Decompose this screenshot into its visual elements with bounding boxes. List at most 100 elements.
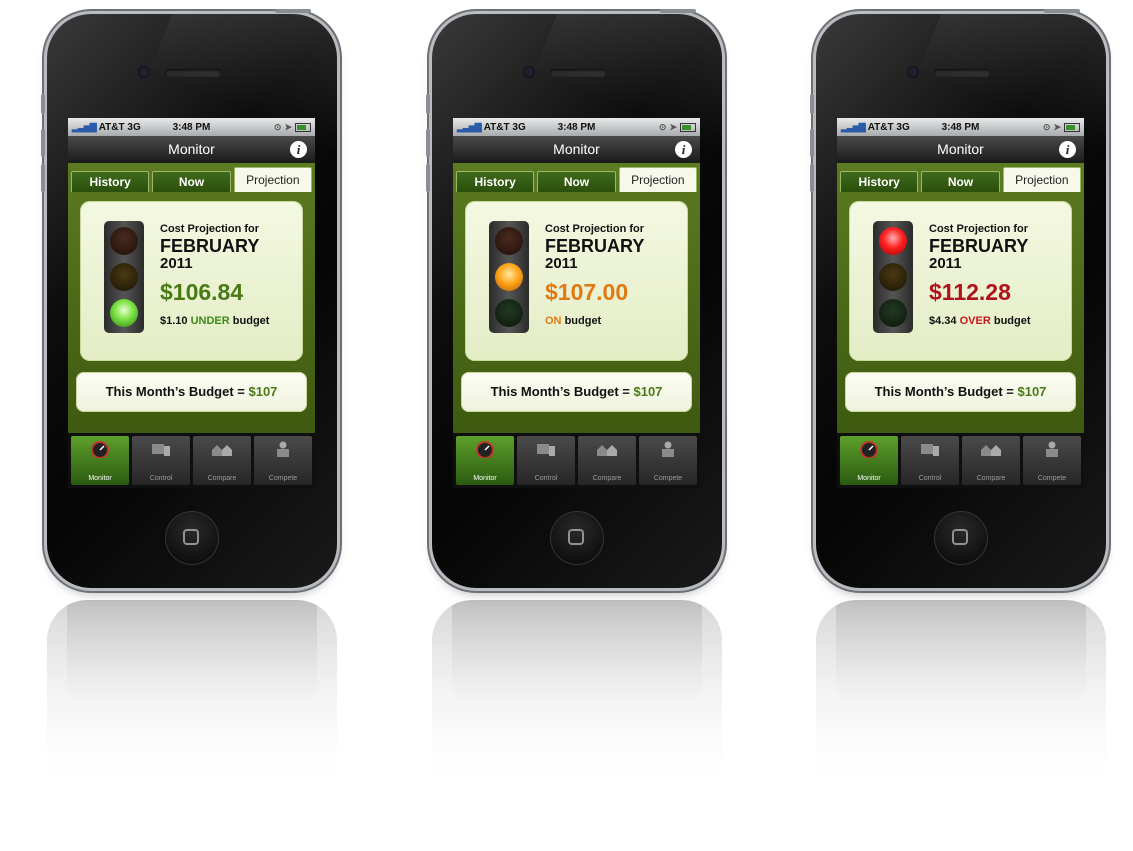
tabbar-label: Monitor (88, 475, 112, 482)
compete-icon (662, 441, 674, 457)
tabbar-control[interactable]: Control (517, 436, 575, 485)
green-light (110, 299, 138, 327)
tabbar-label: Control (918, 475, 942, 482)
compete-icon (1046, 441, 1058, 457)
tabbar-monitor[interactable]: Monitor (71, 436, 129, 485)
tabbar-control[interactable]: Control (901, 436, 959, 485)
compete-icon (277, 441, 289, 457)
monitor-content: History Now Projection Cost Projection f… (68, 163, 315, 433)
control-icon (537, 444, 555, 456)
screen: ▂▃▅▇ AT&T 3G 3:48 PM ⊙ ➤ Monitor i Histo… (453, 118, 700, 488)
budget-status-word: OVER (959, 315, 991, 327)
nav-title: Monitor (553, 141, 600, 157)
monitor-content: History Now Projection Cost Projection f… (837, 163, 1084, 433)
control-icon (152, 444, 170, 456)
budget-difference: $1.10 (160, 315, 188, 327)
status-time: 3:48 PM (557, 121, 596, 133)
tab-bar: Monitor Control Compare Compete (453, 433, 700, 488)
tabbar-compete[interactable]: Compete (254, 436, 312, 485)
mute-switch (41, 94, 45, 114)
tabbar-compare[interactable]: Compare (578, 436, 636, 485)
tab-projection[interactable]: Projection (233, 167, 312, 192)
home-button-icon[interactable] (934, 511, 988, 565)
projection-card: Cost Projection for FEBRUARY 2011 $106.8… (80, 201, 303, 361)
iphone-body: ▂▃▅▇ AT&T 3G 3:48 PM ⊙ ➤ Monitor i Histo… (426, 9, 722, 588)
info-icon[interactable]: i (675, 141, 692, 158)
tabbar-compete[interactable]: Compete (639, 436, 697, 485)
budget-status-suffix: budget (993, 315, 1031, 327)
projection-label: Cost Projection for (160, 223, 260, 235)
status-bar: ▂▃▅▇ AT&T 3G 3:48 PM ⊙ ➤ (837, 118, 1084, 136)
monitor-gauge-icon (860, 441, 878, 458)
info-icon[interactable]: i (1059, 141, 1076, 158)
segment-tabs: History Now Projection (68, 167, 315, 192)
budget-value: $107 (633, 384, 663, 399)
tab-now[interactable]: Now (537, 171, 616, 192)
projection-month: FEBRUARY (545, 236, 645, 256)
yellow-light (495, 263, 523, 291)
info-icon[interactable]: i (290, 141, 307, 158)
mute-switch (426, 94, 430, 114)
earpiece-speaker (934, 69, 990, 77)
earpiece-speaker (165, 69, 221, 77)
phone-reflection (47, 600, 337, 840)
tabbar-label: Compete (268, 475, 298, 482)
tabbar-compare[interactable]: Compare (193, 436, 251, 485)
power-button (660, 9, 696, 13)
home-button-icon[interactable] (550, 511, 604, 565)
tab-history[interactable]: History (840, 171, 919, 192)
status-bar: ▂▃▅▇ AT&T 3G 3:48 PM ⊙ ➤ (68, 118, 315, 136)
budget-value: $107 (1017, 384, 1047, 399)
tabbar-label: Monitor (473, 475, 497, 482)
green-light (879, 299, 907, 327)
tab-projection[interactable]: Projection (618, 167, 697, 192)
tabbar-label: Control (149, 475, 173, 482)
volume-down-button (810, 164, 814, 192)
phone-reflection (432, 600, 722, 840)
green-light (495, 299, 523, 327)
tabbar-label: Control (534, 475, 558, 482)
front-camera (523, 66, 535, 78)
projection-card: Cost Projection for FEBRUARY 2011 $107.0… (465, 201, 688, 361)
tabbar-monitor[interactable]: Monitor (456, 436, 514, 485)
projected-amount: $106.84 (160, 279, 244, 305)
status-time: 3:48 PM (941, 121, 980, 133)
tab-history[interactable]: History (456, 171, 535, 192)
volume-down-button (41, 164, 45, 192)
projection-year: 2011 (929, 255, 962, 272)
volume-up-button (810, 129, 814, 157)
budget-value: $107 (248, 384, 278, 399)
traffic-light-icon (873, 221, 913, 333)
tab-bar: Monitor Control Compare Compete (837, 433, 1084, 488)
tab-history[interactable]: History (71, 171, 150, 192)
nav-bar: Monitor i (453, 136, 700, 163)
mute-switch (810, 94, 814, 114)
phone-mockup: ▂▃▅▇ AT&T 3G 3:48 PM ⊙ ➤ Monitor i Histo… (41, 0, 347, 851)
monthly-budget-box: This Month’s Budget = $107 (76, 372, 307, 412)
tab-now[interactable]: Now (921, 171, 1000, 192)
tabbar-label: Monitor (857, 475, 881, 482)
battery-icon (680, 122, 696, 132)
tabbar-control[interactable]: Control (132, 436, 190, 485)
projected-amount: $107.00 (545, 279, 629, 305)
projection-year: 2011 (160, 255, 193, 272)
projection-year: 2011 (545, 255, 578, 272)
tab-now[interactable]: Now (152, 171, 231, 192)
tab-projection[interactable]: Projection (1002, 167, 1081, 192)
projection-month: FEBRUARY (929, 236, 1029, 256)
screen: ▂▃▅▇ AT&T 3G 3:48 PM ⊙ ➤ Monitor i Histo… (837, 118, 1084, 488)
traffic-light-icon (489, 221, 529, 333)
earpiece-speaker (550, 69, 606, 77)
tabbar-label: Compete (1037, 475, 1067, 482)
front-camera (907, 66, 919, 78)
nav-title: Monitor (937, 141, 984, 157)
tabbar-compete[interactable]: Compete (1023, 436, 1081, 485)
iphone-body: ▂▃▅▇ AT&T 3G 3:48 PM ⊙ ➤ Monitor i Histo… (810, 9, 1106, 588)
monitor-gauge-icon (476, 441, 494, 458)
tabbar-monitor[interactable]: Monitor (840, 436, 898, 485)
home-button-icon[interactable] (165, 511, 219, 565)
tabbar-compare[interactable]: Compare (962, 436, 1020, 485)
budget-status-suffix: budget (564, 315, 602, 327)
budget-label: This Month’s Budget = (490, 384, 630, 399)
battery-icon (1064, 122, 1080, 132)
